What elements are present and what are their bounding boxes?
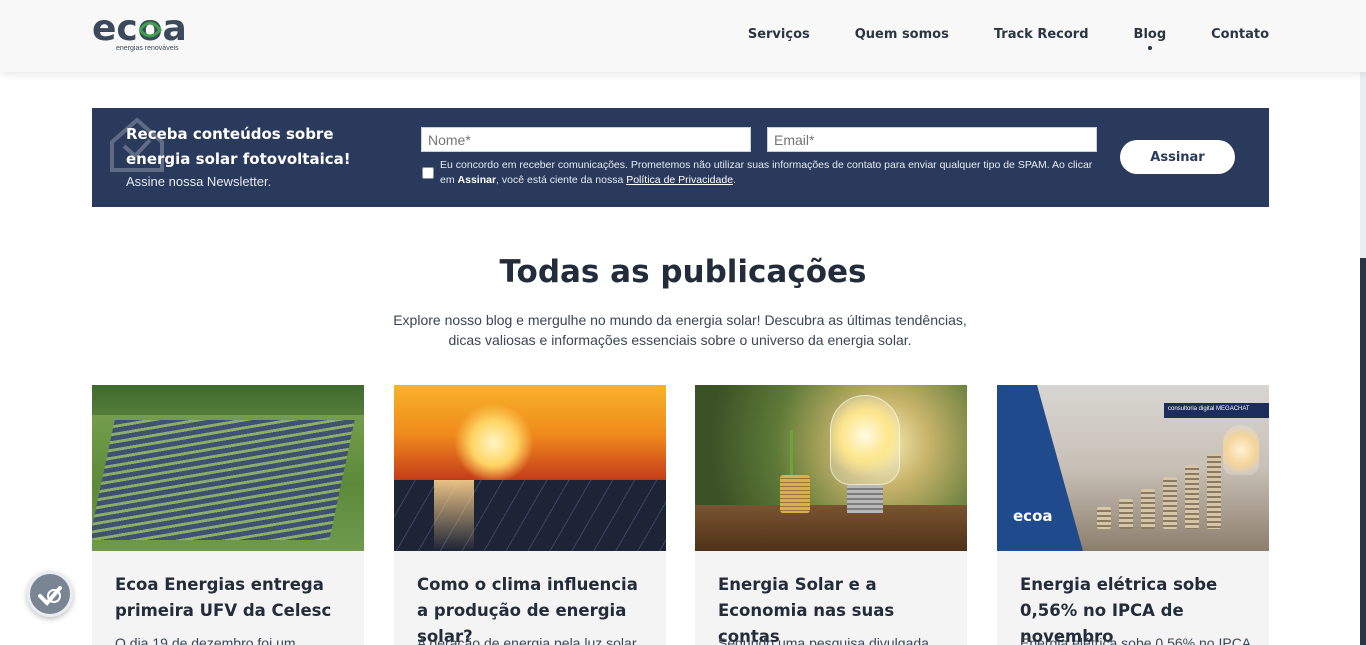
image-glare — [434, 480, 474, 551]
post-excerpt: A geração de energia pela luz solar — [417, 635, 637, 645]
nav-contato[interactable]: Contato — [1211, 27, 1269, 42]
nav-quem-somos[interactable]: Quem somos — [855, 27, 949, 42]
image-coin-stack — [780, 475, 810, 513]
newsletter-subtitle: Assine nossa Newsletter. — [126, 174, 272, 189]
image-treeline — [92, 385, 364, 415]
newsletter-title: Receba conteúdos sobre energia solar fot… — [126, 125, 351, 168]
image-bulb — [1223, 425, 1259, 475]
image-coin-stack — [1185, 465, 1199, 529]
logo-wordmark: ecoa — [92, 10, 187, 46]
accessibility-button[interactable] — [27, 571, 73, 617]
scrollbar-thumb[interactable] — [1360, 258, 1366, 645]
nav-track-record[interactable]: Track Record — [994, 27, 1089, 42]
image-coin-stack — [1097, 507, 1111, 529]
privacy-policy-link[interactable]: Política de Privacidade — [626, 174, 733, 186]
image-solar-panels — [92, 420, 355, 540]
post-excerpt: Segundo uma pesquisa divulgada — [718, 635, 929, 645]
post-excerpt: Energia elétrica sobe 0,56% no IPCA — [1020, 635, 1250, 645]
logo-tagline: energias renováveis — [116, 45, 179, 52]
name-input[interactable] — [421, 127, 751, 152]
post-image-light-bulb[interactable] — [695, 385, 967, 551]
consent-end: . — [733, 174, 736, 186]
nav-blog[interactable]: Blog — [1134, 27, 1166, 50]
image-bulb — [830, 395, 900, 485]
nav-servicos[interactable]: Serviços — [748, 27, 810, 42]
post-card-2[interactable]: Como o clima influencia a produção de en… — [394, 385, 666, 645]
post-excerpt: O dia 19 de dezembro foi um — [115, 635, 296, 645]
image-soil — [695, 505, 967, 551]
page-title: Todas as publicações — [499, 254, 867, 290]
image-coin-stack — [1163, 477, 1177, 529]
subscribe-button[interactable]: Assinar — [1120, 140, 1235, 174]
image-coin-stack — [1207, 453, 1221, 529]
post-title[interactable]: Ecoa Energias entrega primeira UFV da Ce… — [115, 572, 345, 624]
consent-text-2: , você está ciente da nossa — [496, 174, 627, 186]
email-input[interactable] — [767, 127, 1097, 152]
post-image-coins-banner[interactable]: ecoa consultoria digital MEGACHAT — [997, 385, 1269, 551]
image-sprout — [790, 430, 800, 475]
image-ecoa-logo: ecoa — [1013, 507, 1053, 525]
post-image-solar-farm[interactable] — [92, 385, 364, 551]
image-bulb-base — [847, 485, 883, 513]
logo-mark: ecoa — [92, 10, 187, 46]
post-card-3[interactable]: Energia Solar e a Economia nas suas cont… — [695, 385, 967, 645]
image-partner-tag: consultoria digital MEGACHAT — [1164, 403, 1269, 418]
image-sun — [454, 403, 534, 483]
newsletter-banner: Receba conteúdos sobre energia solar fot… — [92, 108, 1269, 207]
ecoa-logo[interactable]: ecoa energias renováveis — [92, 10, 208, 56]
post-card-4[interactable]: ecoa consultoria digital MEGACHAT Energi… — [997, 385, 1269, 645]
page-scrollbar[interactable] — [1360, 0, 1366, 645]
image-blue-band — [997, 385, 1083, 551]
post-image-sunset-panels[interactable] — [394, 385, 666, 551]
consent-text: Eu concordo em receber comunicações. Pro… — [440, 158, 1100, 188]
image-coin-stack — [1119, 499, 1133, 529]
image-coin-stack — [1141, 489, 1155, 529]
main-nav: Serviços Quem somos Track Record Blog Co… — [703, 27, 1269, 50]
consent-bold: Assinar — [457, 174, 497, 186]
accessibility-toggle-icon — [38, 586, 62, 606]
section-intro: Explore nosso blog e mergulhe no mundo d… — [393, 312, 967, 348]
site-header: ecoa energias renováveis Serviços Quem s… — [0, 0, 1366, 72]
consent-checkbox[interactable] — [422, 167, 434, 179]
post-card-1[interactable]: Ecoa Energias entrega primeira UFV da Ce… — [92, 385, 364, 645]
